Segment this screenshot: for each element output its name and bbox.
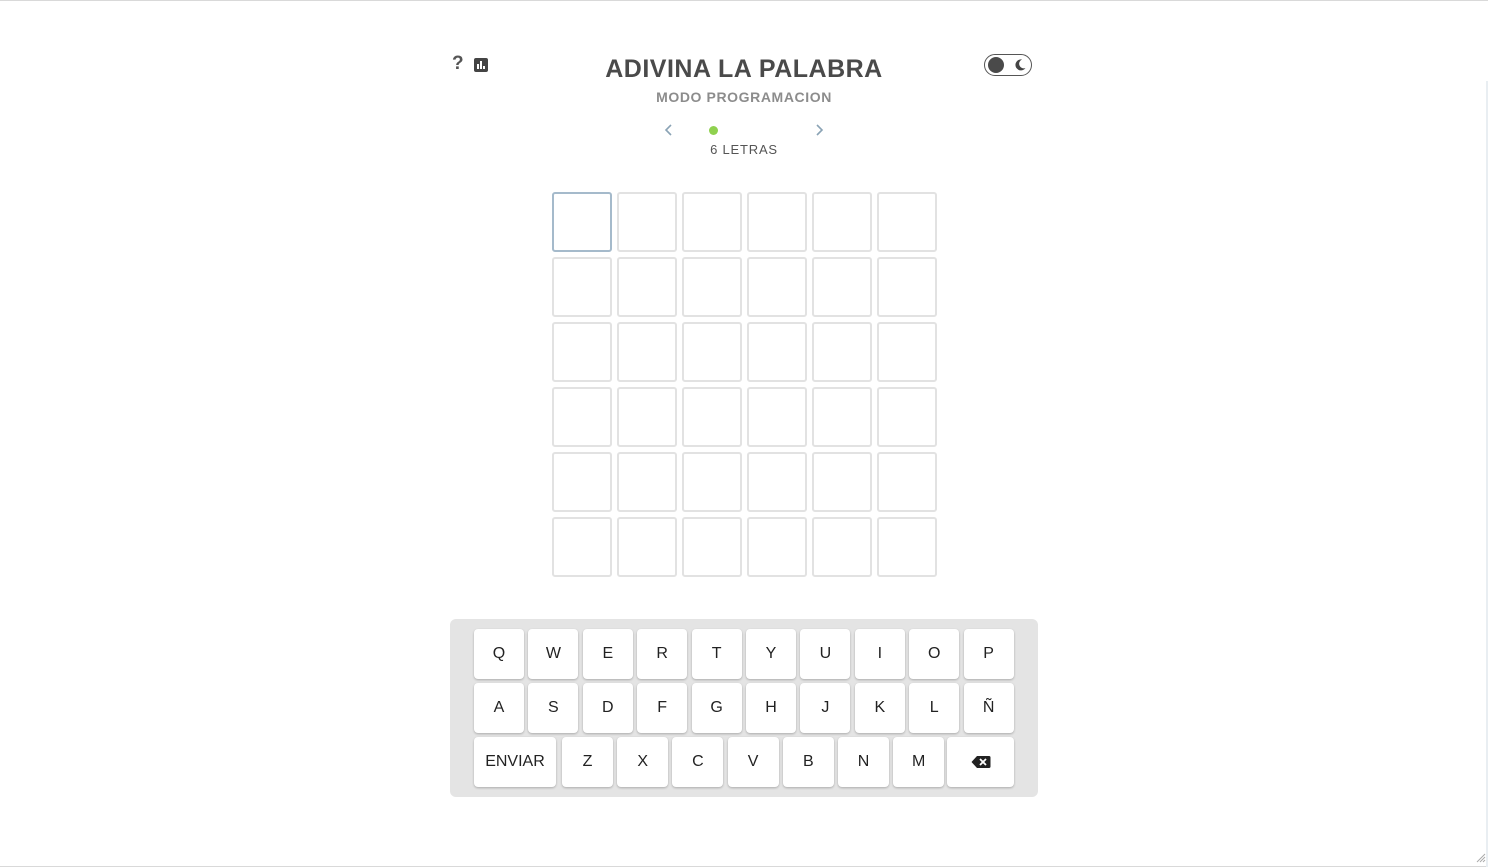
grid-cell — [877, 517, 937, 577]
key-j[interactable]: J — [800, 683, 851, 733]
key-n[interactable]: N — [838, 737, 889, 787]
grid-row — [552, 517, 937, 577]
key-v[interactable]: V — [727, 737, 779, 787]
key-i[interactable]: I — [854, 629, 905, 679]
backspace-icon — [971, 756, 990, 768]
grid-cell — [552, 192, 612, 252]
grid-cell — [682, 452, 742, 512]
key-g[interactable]: G — [691, 683, 742, 733]
grid-cell — [747, 387, 807, 447]
grid-row — [552, 387, 937, 447]
backspace-key[interactable] — [947, 737, 1014, 787]
grid-cell — [552, 387, 612, 447]
grid-cell — [812, 322, 872, 382]
key-f[interactable]: F — [637, 683, 688, 733]
resize-grip-icon[interactable] — [1476, 853, 1486, 863]
toggle-knob — [988, 57, 1004, 73]
grid-cell — [682, 517, 742, 577]
grid-cell — [877, 452, 937, 512]
key-y[interactable]: Y — [746, 629, 796, 679]
game-page: ? ADIVINA LA PALABRA MODO PROGRAMACION 6… — [0, 0, 1488, 867]
mode-indicator-dot — [709, 126, 718, 135]
letter-grid — [552, 192, 937, 582]
key-l[interactable]: L — [909, 683, 960, 733]
key-b[interactable]: B — [782, 737, 834, 787]
page-subtitle: MODO PROGRAMACION — [656, 89, 832, 105]
grid-cell — [812, 452, 872, 512]
moon-icon — [1015, 59, 1026, 71]
grid-cell — [617, 192, 677, 252]
key-e[interactable]: E — [582, 629, 633, 679]
chevron-left-icon[interactable] — [663, 122, 675, 138]
grid-cell — [682, 322, 742, 382]
key-u[interactable]: U — [800, 629, 851, 679]
grid-cell — [682, 257, 742, 317]
grid-cell — [812, 387, 872, 447]
page-title: ADIVINA LA PALABRA — [605, 55, 883, 83]
grid-cell — [877, 322, 937, 382]
key-a[interactable]: A — [474, 683, 524, 733]
grid-cell — [552, 257, 612, 317]
word-length-label: 6 LETRAS — [710, 142, 778, 157]
grid-cell — [617, 322, 677, 382]
key-t[interactable]: T — [691, 629, 742, 679]
grid-cell — [812, 257, 872, 317]
grid-cell — [682, 387, 742, 447]
key-c[interactable]: C — [672, 737, 724, 787]
grid-cell — [747, 192, 807, 252]
grid-cell — [877, 387, 937, 447]
key-o[interactable]: O — [909, 629, 960, 679]
grid-cell — [552, 322, 612, 382]
grid-row — [552, 192, 937, 252]
grid-cell — [617, 257, 677, 317]
grid-cell — [877, 257, 937, 317]
key-w[interactable]: W — [528, 629, 579, 679]
grid-cell — [552, 452, 612, 512]
grid-cell — [617, 517, 677, 577]
key-q[interactable]: Q — [474, 629, 524, 679]
grid-cell — [812, 517, 872, 577]
key-h[interactable]: H — [746, 683, 796, 733]
grid-row — [552, 257, 937, 317]
grid-cell — [812, 192, 872, 252]
grid-row — [552, 322, 937, 382]
grid-cell — [747, 257, 807, 317]
key-s[interactable]: S — [528, 683, 579, 733]
enter-key[interactable]: ENVIAR — [474, 737, 556, 787]
key-m[interactable]: M — [893, 737, 945, 787]
grid-cell — [617, 387, 677, 447]
grid-cell — [747, 322, 807, 382]
on-screen-keyboard: Q W E R T Y U I O P A S D F G H J K L Ñ ENVIAR Z X C V B N M — [450, 619, 1038, 797]
key-z[interactable]: Z — [562, 737, 613, 787]
grid-cell — [682, 192, 742, 252]
grid-cell — [747, 452, 807, 512]
grid-cell — [877, 192, 937, 252]
key-d[interactable]: D — [582, 683, 633, 733]
grid-cell — [552, 517, 612, 577]
key-k[interactable]: K — [854, 683, 905, 733]
key-x[interactable]: X — [617, 737, 669, 787]
key-p[interactable]: P — [963, 629, 1014, 679]
grid-row — [552, 452, 937, 512]
dark-mode-toggle[interactable] — [984, 54, 1032, 76]
key-ñ[interactable]: Ñ — [963, 683, 1014, 733]
grid-cell — [617, 452, 677, 512]
key-r[interactable]: R — [637, 629, 688, 679]
grid-cell — [747, 517, 807, 577]
chevron-right-icon[interactable] — [813, 122, 825, 138]
